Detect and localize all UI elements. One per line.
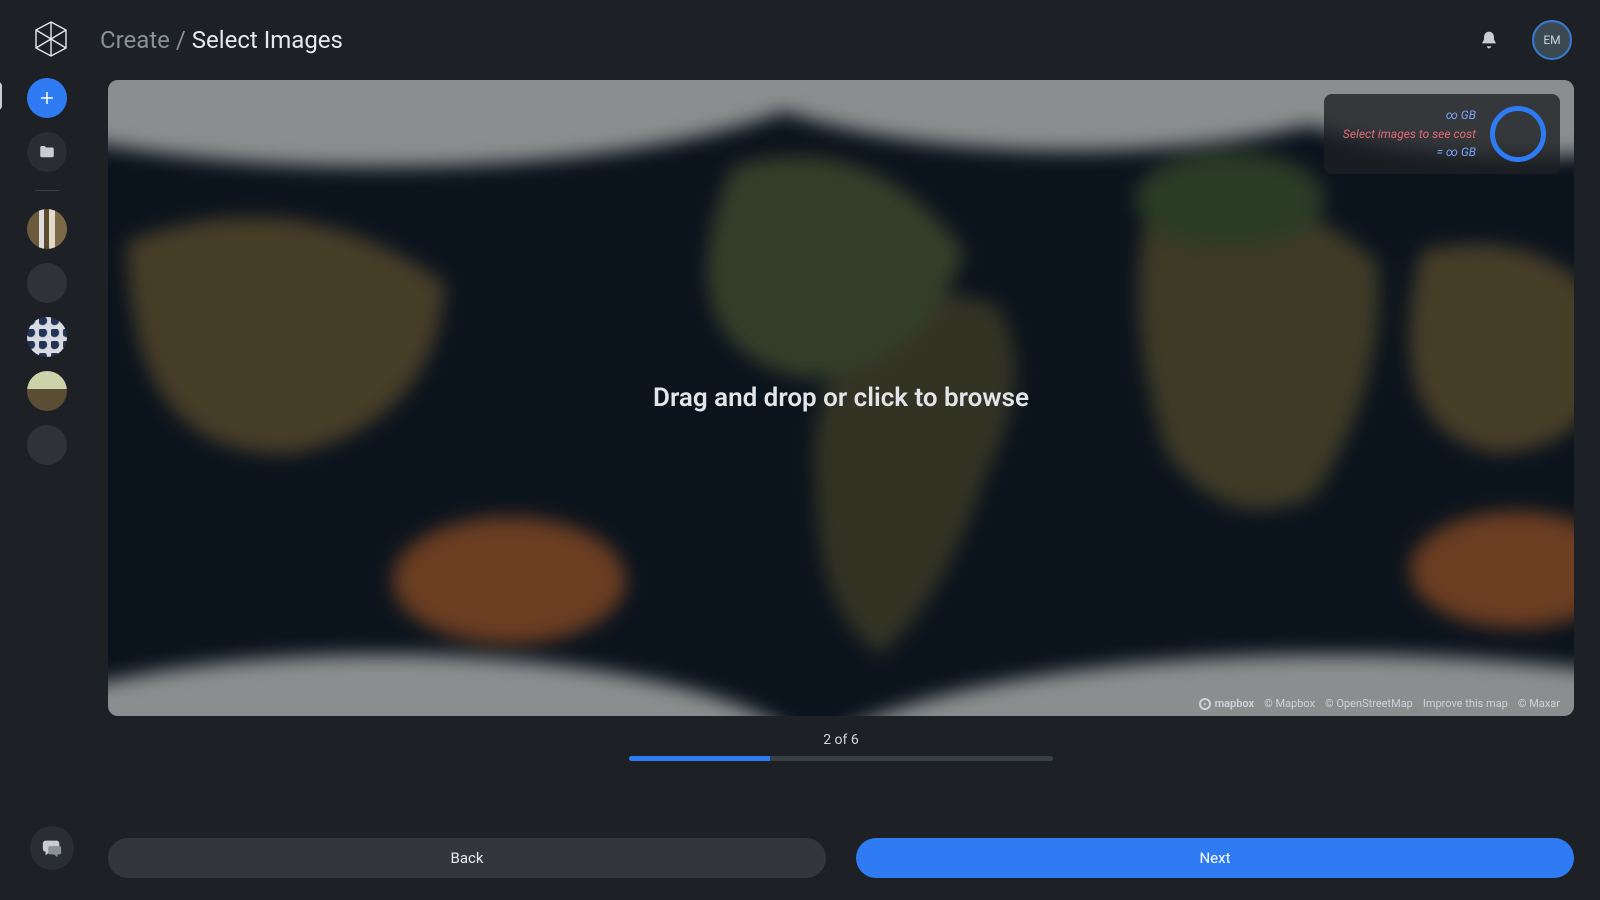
project-thumb-3[interactable] bbox=[27, 317, 67, 357]
user-initials: EM bbox=[1543, 33, 1560, 47]
attribution-maxar-link[interactable]: © Maxar bbox=[1518, 697, 1560, 710]
breadcrumb: Create / Select Images bbox=[100, 26, 343, 54]
new-project-button[interactable] bbox=[27, 78, 67, 118]
projects-folder-button[interactable] bbox=[27, 132, 67, 172]
wizard-step-fill bbox=[629, 756, 770, 761]
user-avatar[interactable]: EM bbox=[1532, 20, 1572, 60]
next-button[interactable]: Next bbox=[856, 838, 1574, 878]
quota-ring-icon bbox=[1490, 106, 1546, 162]
wizard-step-bar bbox=[629, 756, 1053, 761]
project-thumb-1[interactable] bbox=[27, 209, 67, 249]
wizard-step-label: 2 of 6 bbox=[823, 732, 859, 748]
plus-icon bbox=[38, 89, 56, 107]
rail-divider bbox=[35, 190, 59, 191]
back-button[interactable]: Back bbox=[108, 838, 826, 878]
attribution-osm-link[interactable]: © OpenStreetMap bbox=[1325, 697, 1413, 710]
breadcrumb-current: Select Images bbox=[192, 26, 343, 54]
attribution-improve-link[interactable]: Improve this map bbox=[1423, 697, 1508, 710]
quota-panel: ∞ GB Select images to see cost = ∞ GB bbox=[1324, 94, 1560, 174]
bell-icon bbox=[1479, 30, 1499, 50]
image-dropzone[interactable]: Drag and drop or click to browse ∞ GB Se… bbox=[108, 80, 1574, 716]
breadcrumb-separator: / bbox=[176, 26, 186, 54]
chat-button[interactable] bbox=[30, 826, 74, 870]
attribution-mapbox-link[interactable]: © Mapbox bbox=[1264, 697, 1315, 710]
project-rail bbox=[20, 78, 74, 465]
quota-remaining: = ∞ GB bbox=[1338, 143, 1476, 162]
mapbox-mark-icon bbox=[1199, 698, 1211, 710]
project-thumb-5[interactable] bbox=[27, 425, 67, 465]
map-attribution: mapbox © Mapbox © OpenStreetMap Improve … bbox=[1199, 697, 1560, 710]
rail-active-indicator bbox=[0, 82, 2, 110]
quota-cost-hint: Select images to see cost bbox=[1338, 125, 1476, 144]
quota-available: ∞ GB bbox=[1338, 106, 1476, 125]
map-dim-overlay bbox=[108, 80, 1574, 716]
notifications-button[interactable] bbox=[1472, 23, 1506, 57]
chat-icon bbox=[41, 837, 63, 859]
folder-icon bbox=[38, 143, 56, 161]
mapbox-logo: mapbox bbox=[1199, 697, 1255, 710]
breadcrumb-root[interactable]: Create bbox=[100, 26, 170, 54]
wizard-progress: 2 of 6 bbox=[108, 732, 1574, 761]
project-thumb-4[interactable] bbox=[27, 371, 67, 411]
mapbox-wordmark: mapbox bbox=[1215, 697, 1255, 710]
project-thumb-2[interactable] bbox=[27, 263, 67, 303]
